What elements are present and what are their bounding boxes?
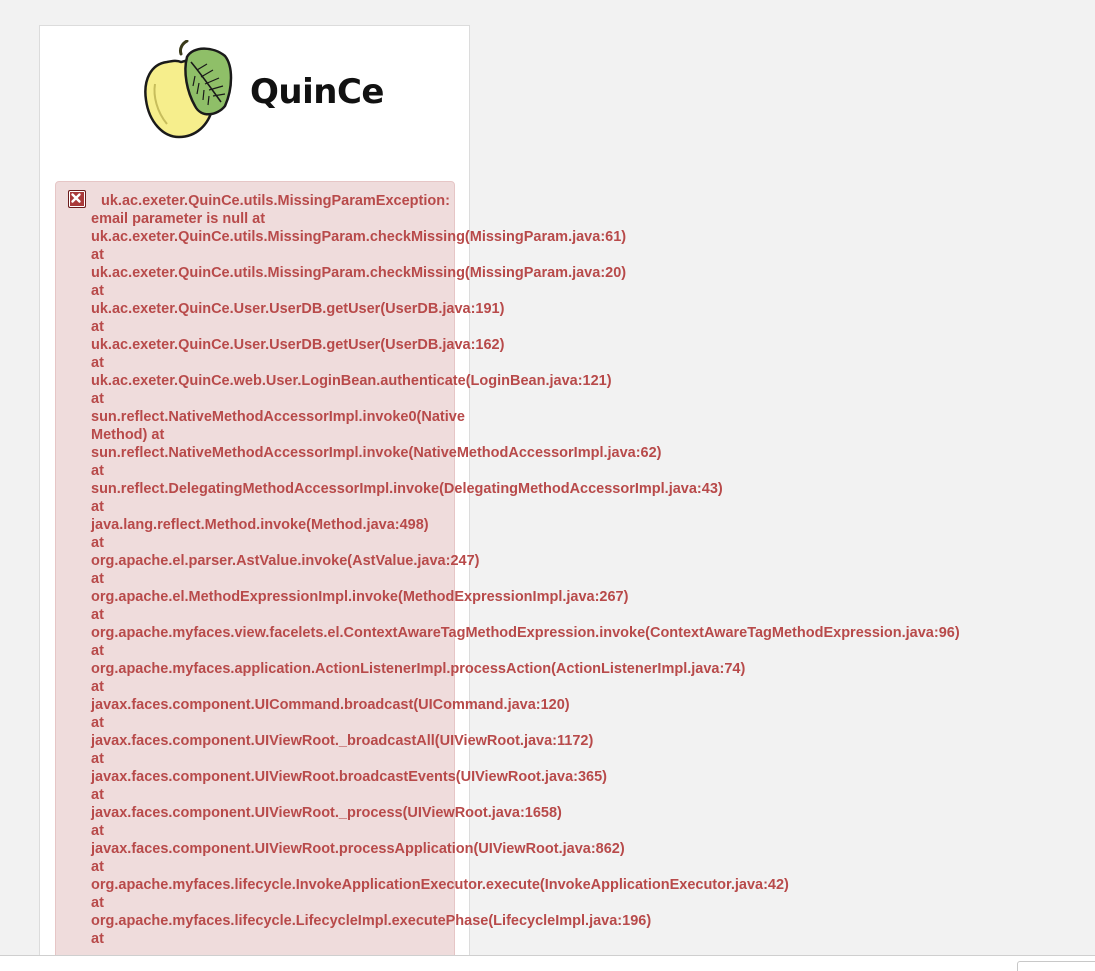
error-line: org.apache.el.parser.AstValue.invoke(Ast… (91, 553, 480, 569)
error-line: at (91, 499, 104, 515)
error-stacktrace: uk.ac.exeter.QuinCe.utils.MissingParamEx… (91, 192, 1091, 948)
error-line: at (91, 643, 104, 659)
error-line: java.lang.reflect.Method.invoke(Method.j… (91, 517, 429, 533)
app-logo-text: QuinCe (250, 72, 384, 112)
error-line: uk.ac.exeter.QuinCe.utils.MissingParam.c… (91, 265, 627, 281)
error-line: javax.faces.component.UICommand.broadcas… (91, 697, 570, 713)
error-line: javax.faces.component.UIViewRoot.broadca… (91, 769, 607, 785)
error-line: at (91, 823, 104, 839)
error-line: at (91, 283, 104, 299)
error-line: at (91, 535, 104, 551)
error-line: at (91, 787, 104, 803)
error-line: uk.ac.exeter.QuinCe.utils.MissingParam.c… (91, 229, 627, 245)
error-line: sun.reflect.NativeMethodAccessorImpl.inv… (91, 445, 662, 461)
bottom-bar (0, 955, 1095, 971)
error-line: sun.reflect.DelegatingMethodAccessorImpl… (91, 481, 723, 497)
error-line: at (91, 679, 104, 695)
error-line: Method) at (91, 427, 165, 443)
error-line: uk.ac.exeter.QuinCe.utils.MissingParamEx… (101, 193, 450, 209)
error-line: at (91, 751, 104, 767)
error-line: org.apache.el.MethodExpressionImpl.invok… (91, 589, 629, 605)
error-line: javax.faces.component.UIViewRoot.process… (91, 841, 625, 857)
quince-fruit-logo (144, 40, 233, 139)
error-close-icon[interactable] (68, 190, 86, 208)
error-line: org.apache.myfaces.application.ActionLis… (91, 661, 746, 677)
error-line: uk.ac.exeter.QuinCe.User.UserDB.getUser(… (91, 337, 505, 353)
error-line: at (91, 319, 104, 335)
error-line: at (91, 391, 104, 407)
corner-control[interactable] (1017, 961, 1095, 971)
error-line: org.apache.myfaces.lifecycle.InvokeAppli… (91, 877, 789, 893)
error-line: at (91, 355, 104, 371)
error-line: at (91, 895, 104, 911)
error-line: at (91, 607, 104, 623)
error-line: email parameter is null at (91, 211, 266, 227)
error-line: at (91, 931, 104, 947)
error-line: org.apache.myfaces.view.facelets.el.Cont… (91, 625, 960, 641)
error-line: javax.faces.component.UIViewRoot._broadc… (91, 733, 594, 749)
error-line: javax.faces.component.UIViewRoot._proces… (91, 805, 562, 821)
error-line: at (91, 463, 104, 479)
error-line: sun.reflect.NativeMethodAccessorImpl.inv… (91, 409, 465, 425)
error-line: at (91, 571, 104, 587)
error-line: at (91, 247, 104, 263)
error-line: uk.ac.exeter.QuinCe.User.UserDB.getUser(… (91, 301, 505, 317)
error-line: org.apache.myfaces.lifecycle.LifecycleIm… (91, 913, 652, 929)
error-line: at (91, 859, 104, 875)
error-line: at (91, 715, 104, 731)
error-line: uk.ac.exeter.QuinCe.web.User.LoginBean.a… (91, 373, 612, 389)
